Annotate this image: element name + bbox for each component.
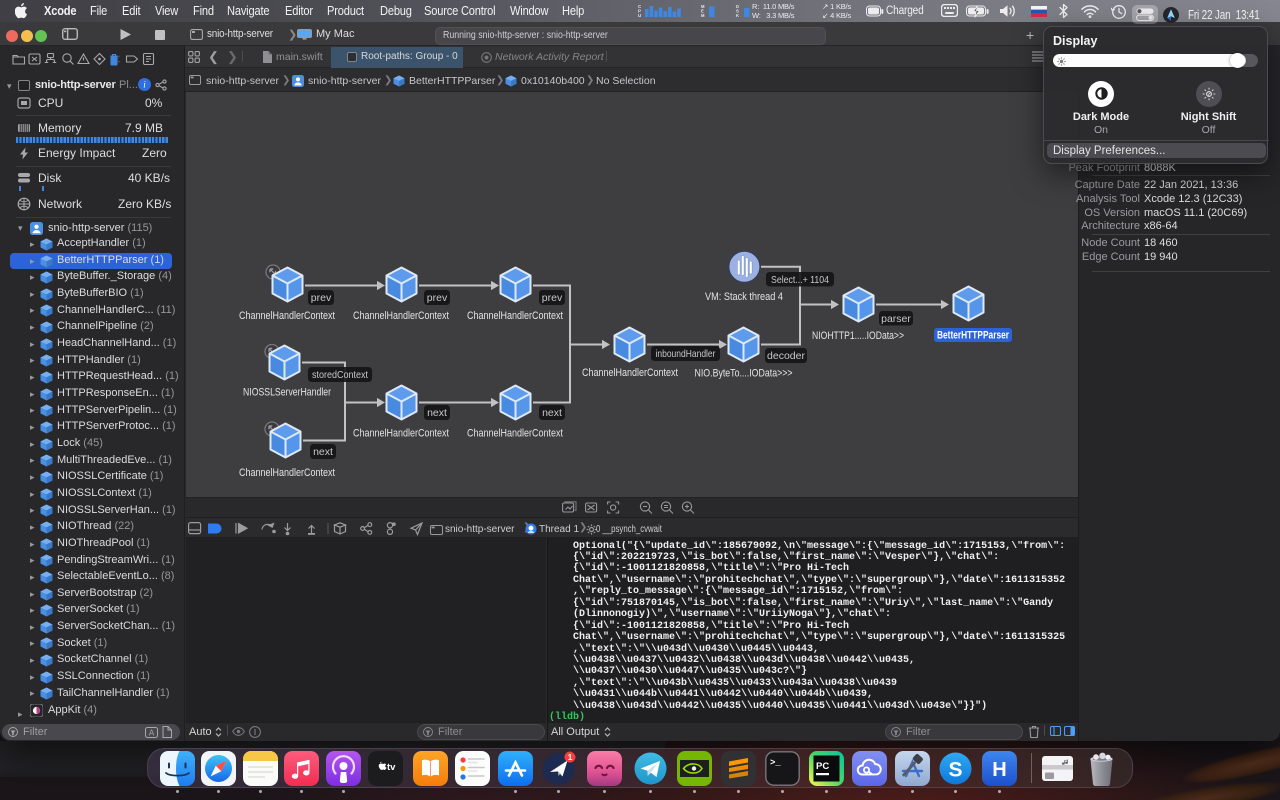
svg-text:S: S — [948, 758, 962, 781]
svg-text:tv: tv — [387, 761, 396, 772]
svg-text:>_: >_ — [770, 758, 781, 768]
svg-text:1: 1 — [567, 752, 572, 762]
svg-text:PC: PC — [816, 761, 829, 772]
svg-text:H: H — [992, 759, 1006, 781]
